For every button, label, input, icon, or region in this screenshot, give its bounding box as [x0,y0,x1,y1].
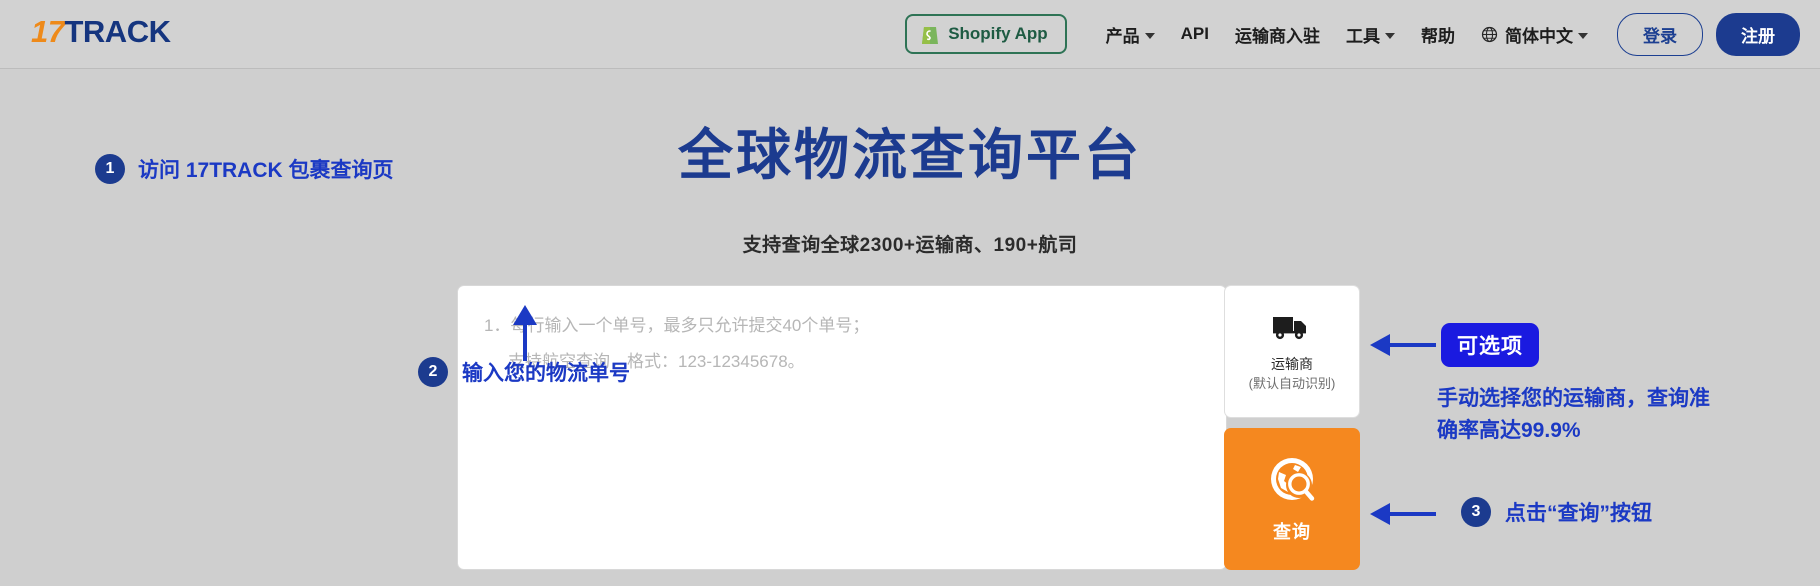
chevron-down-icon [1385,32,1395,39]
nav-item-carrier-onboarding[interactable]: 运输商入驻 [1235,22,1320,47]
globe-icon [1481,26,1498,43]
nav-label-products: 产品 [1105,26,1140,46]
nav-label-help: 帮助 [1421,26,1455,46]
nav-item-api[interactable]: API [1181,24,1209,44]
page-subtitle: 支持查询全球2300+运输商、190+航司 [742,235,1078,256]
shopify-app-label: Shopify App [948,24,1048,43]
carrier-label: 运输商 [1271,355,1313,372]
shopify-bag-icon [920,23,940,45]
step-1-badge: 1 [95,154,125,184]
search-button-label: 查询 [1273,521,1311,542]
carrier-sublabel: (默认自动识别) [1248,375,1336,391]
nav-item-products[interactable]: 产品 [1106,22,1155,47]
site-header: 17TRACK Shopify App 产品 API 运输商入驻 工具 帮助 简… [0,0,1820,69]
nav-label-api: API [1180,24,1209,43]
nav-label-carrier-onboarding: 运输商入驻 [1235,26,1320,46]
annotation-step-2: 2 输入您的物流单号 [418,357,630,387]
step-2-text: 输入您的物流单号 [462,362,630,385]
annotation-step-1: 1 访问 17TRACK 包裹查询页 [95,154,394,184]
carrier-selector[interactable]: 运输商 (默认自动识别) [1224,285,1360,418]
login-button[interactable]: 登录 [1617,12,1703,56]
optional-badge: 可选项 [1441,323,1539,367]
arrow-left-icon [1368,500,1438,533]
nav-label-tools: 工具 [1346,26,1380,46]
step-1-text: 访问 17TRACK 包裹查询页 [138,159,394,182]
language-selector[interactable]: 简体中文 [1481,22,1588,47]
search-button[interactable]: 查询 [1224,428,1360,570]
nav-item-help[interactable]: 帮助 [1421,22,1455,47]
annotation-step-3: 3 点击“查询”按钮 [1461,497,1652,527]
carrier-note-line-1: 手动选择您的运输商，查询准 [1437,387,1710,410]
logo-track: TRACK [64,14,171,49]
truck-icon [1271,312,1313,347]
tracking-number-input[interactable]: 1．每行输入一个单号，最多只允许提交40个单号； 支持航空查询，格式：123-1… [457,285,1227,570]
nav-item-tools[interactable]: 工具 [1346,22,1395,47]
language-label: 简体中文 [1505,26,1573,46]
page-root: 17TRACK Shopify App 产品 API 运输商入驻 工具 帮助 简… [0,0,1820,586]
shopify-app-button[interactable]: Shopify App [905,14,1067,54]
step-3-badge: 3 [1461,497,1491,527]
register-button[interactable]: 注册 [1716,12,1800,56]
chevron-down-icon [1144,32,1155,39]
carrier-note-line-2: 确率高达99.9% [1437,419,1581,442]
step-2-badge: 2 [418,357,448,387]
chevron-down-icon [1578,32,1588,39]
logo-17: 17 [31,14,65,49]
arrow-left-icon [1368,331,1438,364]
step-3-text: 点击“查询”按钮 [1505,502,1652,525]
site-logo[interactable]: 17TRACK [31,14,171,49]
main-navigation: Shopify App 产品 API 运输商入驻 工具 帮助 简体中文 登录 注… [905,0,1800,68]
placeholder-line-1: 1．每行输入一个单号，最多只允许提交40个单号； [484,316,870,335]
carrier-note: 手动选择您的运输商，查询准 确率高达99.9% [1437,383,1767,447]
globe-search-icon [1265,455,1319,512]
